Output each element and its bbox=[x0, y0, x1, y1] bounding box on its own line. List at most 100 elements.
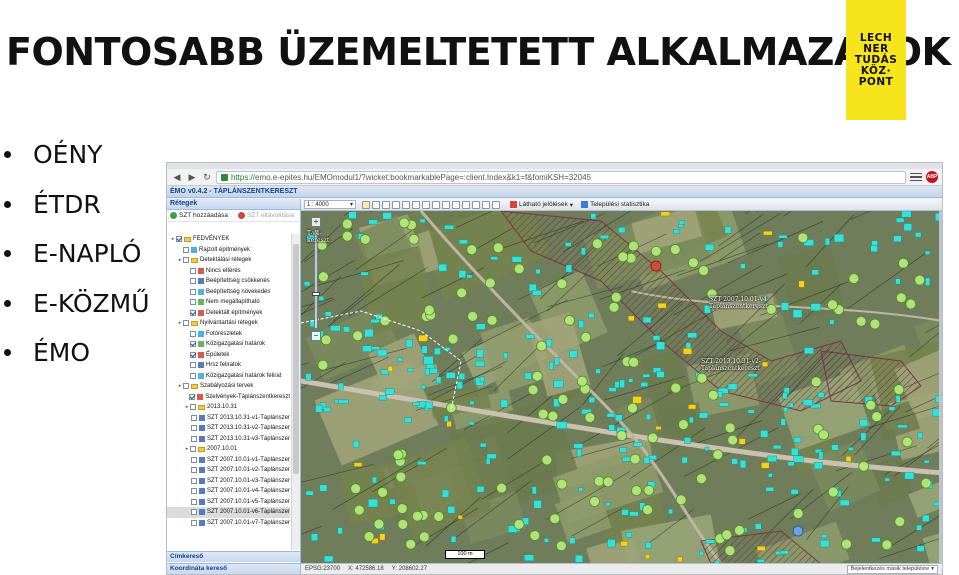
reload-icon[interactable]: ↻ bbox=[201, 171, 213, 183]
layer-checkbox[interactable] bbox=[176, 236, 182, 243]
layer-checkbox[interactable] bbox=[190, 372, 196, 379]
layer-tree-item[interactable]: Fotórészletek bbox=[167, 329, 290, 340]
layer-tree-item[interactable]: Rajzolt építmények bbox=[167, 245, 290, 256]
layers-panel-title[interactable]: Rétegek bbox=[167, 199, 300, 210]
layer-tree-item[interactable]: SZT 2007.10.01-v4-Táplánszen bbox=[167, 486, 290, 497]
layer-tree-item[interactable]: SZT 2007.10.01-v2-Táplánszen bbox=[167, 465, 290, 476]
layer-checkbox[interactable] bbox=[191, 467, 197, 474]
export-icon[interactable] bbox=[492, 200, 500, 209]
layer-tree-item[interactable]: Szelvények-Táplánszentkereszt bbox=[167, 392, 290, 403]
layer-tree-item[interactable]: Beépítettség növekedés bbox=[167, 287, 290, 298]
layer-checkbox[interactable] bbox=[191, 435, 197, 442]
zoom-slider[interactable] bbox=[312, 229, 320, 329]
layer-tree-item[interactable]: SZT 2007.10.01-v7-Táplánszen bbox=[167, 518, 290, 529]
layer-checkbox[interactable] bbox=[191, 414, 197, 421]
settlement-stats-button[interactable]: Települési statisztika bbox=[581, 201, 649, 208]
marker-icon bbox=[396, 503, 408, 514]
zoom-slider-handle[interactable] bbox=[312, 292, 320, 296]
remove-szt-button[interactable]: SZT eltávolítása bbox=[247, 212, 294, 219]
menu-icon[interactable] bbox=[910, 171, 922, 183]
aerial-map[interactable] bbox=[301, 211, 942, 563]
adblock-badge-icon[interactable]: ABP bbox=[926, 171, 938, 183]
layer-tree-item[interactable]: Közigazgatási határok bbox=[167, 339, 290, 350]
layer-checkbox[interactable] bbox=[191, 425, 197, 432]
url-input[interactable]: https:// emo.e-epites.hu/EMOmodul1/?wick… bbox=[216, 170, 906, 184]
sidebar-scrollbar[interactable] bbox=[291, 234, 300, 550]
layer-checkbox[interactable] bbox=[191, 509, 197, 516]
info-tool-icon[interactable] bbox=[442, 200, 450, 209]
layer-checkbox[interactable] bbox=[191, 498, 197, 505]
delete-tool-icon[interactable] bbox=[482, 200, 490, 209]
print-icon[interactable] bbox=[452, 200, 460, 209]
layer-tree-item[interactable]: Detektált építmények bbox=[167, 308, 290, 319]
layer-checkbox[interactable] bbox=[183, 383, 189, 390]
layer-tree-item[interactable]: ▸ Szabályozási tervek bbox=[167, 381, 290, 392]
layer-tree-item[interactable]: ▸ Detektálási rétegek bbox=[167, 255, 290, 266]
layer-tree-item[interactable]: SZT 2013.10.31-v3-Táplánszen bbox=[167, 434, 290, 445]
layer-tree-item[interactable]: SZT 2013.10.31-v2-Táplánszen bbox=[167, 423, 290, 434]
layer-checkbox[interactable] bbox=[190, 330, 196, 337]
zoom-in-tool-icon[interactable] bbox=[382, 200, 390, 209]
layer-checkbox[interactable] bbox=[190, 351, 196, 358]
previous-view-icon[interactable] bbox=[402, 200, 410, 209]
layer-checkbox[interactable] bbox=[190, 267, 196, 274]
address-search-panel[interactable]: Címkereső bbox=[167, 551, 300, 562]
zoom-in-icon[interactable]: + bbox=[311, 217, 321, 227]
layer-checkbox[interactable] bbox=[190, 446, 196, 453]
add-szt-button[interactable]: SZT hozzáadása bbox=[179, 212, 228, 219]
draw-tool-icon[interactable] bbox=[462, 200, 470, 209]
layer-tree-item[interactable]: Nem megállapítható bbox=[167, 297, 290, 308]
layer-tree-item[interactable]: ▸ 2013.10.31 bbox=[167, 402, 290, 413]
building-footprint bbox=[922, 514, 930, 522]
zoom-out-tool-icon[interactable] bbox=[392, 200, 400, 209]
measure-area-icon[interactable] bbox=[432, 200, 440, 209]
layer-checkbox[interactable] bbox=[183, 246, 189, 253]
sidebar-scroll-thumb[interactable] bbox=[293, 244, 299, 474]
layer-tree-item[interactable]: Épületek bbox=[167, 350, 290, 361]
scale-select[interactable]: 1 : 4000 ▾ bbox=[304, 200, 356, 209]
layer-tree-item[interactable]: ▸ 2007.10.01 bbox=[167, 444, 290, 455]
layer-checkbox[interactable] bbox=[190, 309, 196, 316]
layer-tree-item[interactable]: SZT 2007.10.01-v6-Táplánszen bbox=[167, 507, 290, 518]
layer-tree-item[interactable]: Beépítettség csökkenés bbox=[167, 276, 290, 287]
layer-label: Nem megállapítható bbox=[206, 299, 260, 306]
other-settlement-select[interactable]: Bejelentkezés másik településre ▾ bbox=[846, 564, 938, 574]
layer-checkbox[interactable] bbox=[190, 278, 196, 285]
layer-checkbox[interactable] bbox=[191, 488, 197, 495]
layer-tree-item[interactable]: SZT 2007.10.01-v5-Táplánszen bbox=[167, 497, 290, 508]
layer-checkbox[interactable] bbox=[191, 456, 197, 463]
layer-tree-item[interactable]: SZT 2007.10.01-v1-Táplánszen bbox=[167, 455, 290, 466]
building-footprint bbox=[640, 382, 648, 387]
layer-checkbox[interactable] bbox=[191, 519, 197, 526]
select-tool-icon[interactable] bbox=[362, 200, 370, 209]
marker-icon bbox=[707, 389, 719, 401]
coordinate-search-panel[interactable]: Koordináta kereső bbox=[167, 563, 300, 574]
layer-tree-item[interactable]: Közigazgatási határok felirat bbox=[167, 371, 290, 382]
layer-tree-item[interactable]: Nincs eltérés bbox=[167, 266, 290, 277]
bullet-text: E-NAPLÓ bbox=[33, 239, 142, 269]
layer-tree-item[interactable]: Hrsz feliratok bbox=[167, 360, 290, 371]
map-scrollbar[interactable] bbox=[939, 211, 942, 563]
layer-tree-item[interactable]: ▸ FEDVÉNYEK bbox=[167, 234, 290, 245]
next-view-icon[interactable] bbox=[412, 200, 420, 209]
layer-tree-item[interactable]: SZT 2013.10.31-v1-Táplánszen bbox=[167, 413, 290, 424]
layer-checkbox[interactable] bbox=[183, 320, 189, 327]
layer-tree-item[interactable]: SZT 2007.10.01-v3-Táplánszen bbox=[167, 476, 290, 487]
measure-distance-icon[interactable] bbox=[422, 200, 430, 209]
edit-tool-icon[interactable] bbox=[472, 200, 480, 209]
layer-checkbox[interactable] bbox=[190, 299, 196, 306]
forward-icon[interactable]: ▶ bbox=[186, 171, 198, 183]
layer-checkbox[interactable] bbox=[183, 257, 189, 264]
pan-tool-icon[interactable] bbox=[372, 200, 380, 209]
layer-tree-item[interactable]: ▸ Nyilvántartási rétegek bbox=[167, 318, 290, 329]
layer-checkbox[interactable] bbox=[190, 404, 196, 411]
layer-checkbox[interactable] bbox=[190, 341, 196, 348]
back-icon[interactable]: ◀ bbox=[171, 171, 183, 183]
layer-checkbox[interactable] bbox=[189, 393, 196, 400]
visible-markers-button[interactable]: Látható jelölések ▾ bbox=[510, 201, 573, 209]
layer-checkbox[interactable] bbox=[190, 288, 196, 295]
layer-checkbox[interactable] bbox=[190, 362, 196, 369]
zoom-out-icon[interactable]: − bbox=[311, 331, 321, 341]
map-view[interactable]: + − SZT 2007.10.01-v4- Táplánszentkeresz… bbox=[301, 211, 942, 563]
layer-checkbox[interactable] bbox=[191, 477, 197, 484]
